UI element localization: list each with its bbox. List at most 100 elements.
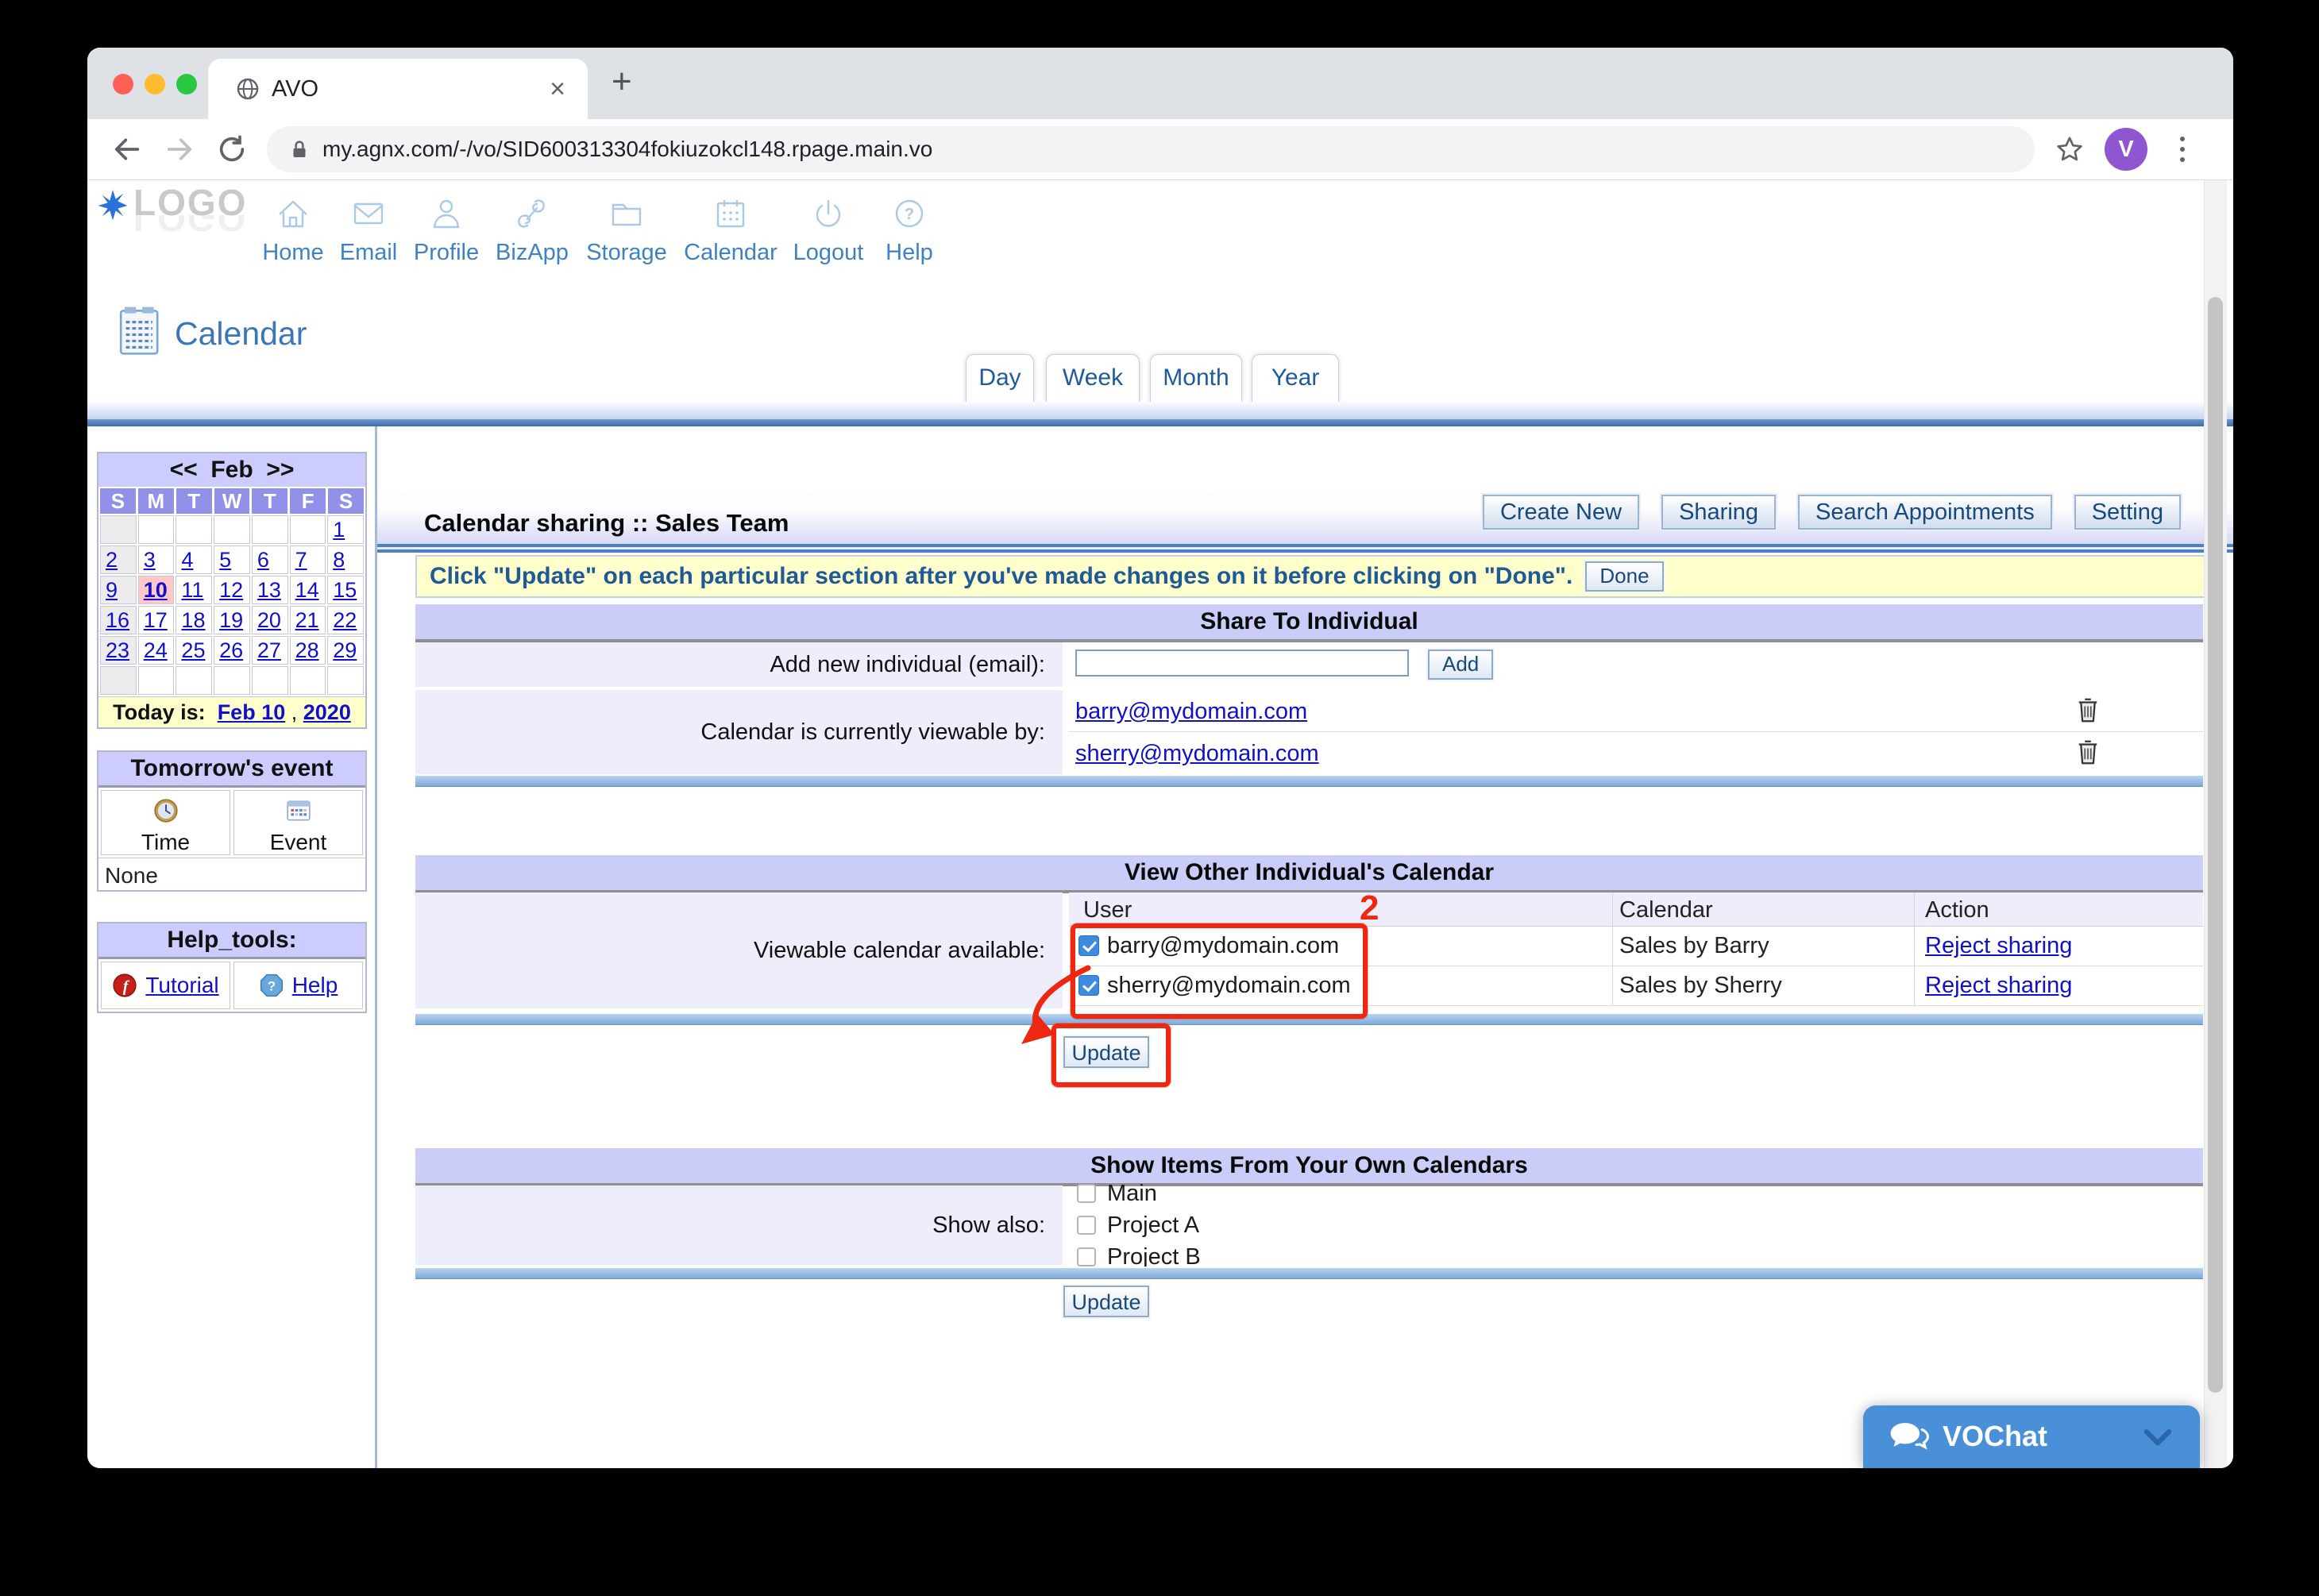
browser-menu-icon[interactable] [2178,132,2187,167]
date-link[interactable]: 16 [106,608,129,632]
date-link[interactable]: 28 [295,638,319,662]
date-link[interactable]: 15 [333,578,357,602]
show-update-button[interactable]: Update [1063,1286,1149,1317]
date-link[interactable]: 3 [144,548,156,572]
date-cell-20[interactable]: 20 [252,606,288,634]
date-link[interactable]: 29 [333,638,357,662]
date-cell-27[interactable]: 27 [252,636,288,665]
email-link[interactable]: barry@mydomain.com [1075,699,1307,725]
date-link[interactable]: 14 [295,578,319,602]
reload-icon[interactable] [216,133,248,165]
date-cell-16[interactable]: 16 [100,606,137,634]
date-cell-6[interactable]: 6 [252,545,288,574]
help-link[interactable]: Help [292,973,338,998]
today-year-link[interactable]: 2020 [303,700,351,724]
date-link[interactable]: 11 [181,578,203,602]
date-link[interactable]: 26 [219,638,243,662]
nav-item-storage[interactable]: Storage [575,195,678,266]
date-link[interactable]: 4 [181,548,193,572]
date-cell-12[interactable]: 12 [214,576,250,604]
tutorial-link[interactable]: Tutorial [145,973,218,998]
date-cell-23[interactable]: 23 [100,636,137,665]
reject-sharing-link[interactable]: Reject sharing [1925,973,2072,999]
date-link[interactable]: 19 [219,608,243,632]
date-cell-2[interactable]: 2 [100,545,137,574]
date-cell-13[interactable]: 13 [252,576,288,604]
delete-trash-icon[interactable] [2076,696,2100,725]
setting-button[interactable]: Setting [2074,495,2181,530]
date-cell-8[interactable]: 8 [327,545,364,574]
calendar-checkbox[interactable] [1077,1184,1096,1203]
date-cell-29[interactable]: 29 [327,636,364,665]
scrollbar-thumb[interactable] [2208,297,2223,1393]
add-email-input[interactable] [1075,650,1409,677]
date-cell-22[interactable]: 22 [327,606,364,634]
window-maximize-button[interactable] [176,74,197,94]
profile-avatar[interactable]: V [2105,128,2147,171]
nav-item-bizapp[interactable]: BizApp [480,195,584,266]
delete-trash-icon[interactable] [2076,738,2100,767]
date-cell-14[interactable]: 14 [290,576,326,604]
date-cell-7[interactable]: 7 [290,545,326,574]
date-cell-3[interactable]: 3 [138,545,175,574]
date-cell-9[interactable]: 9 [100,576,137,604]
date-link[interactable]: 10 [144,578,168,602]
today-date-link[interactable]: Feb 10 [218,700,286,724]
calendar-checkbox[interactable] [1077,1216,1096,1235]
bookmark-star-icon[interactable] [2054,133,2086,165]
date-link[interactable]: 7 [295,548,307,572]
search-appointments-button[interactable]: Search Appointments [1798,495,2052,530]
date-link[interactable]: 27 [257,638,281,662]
date-cell-5[interactable]: 5 [214,545,250,574]
create-new-button[interactable]: Create New [1483,495,1639,530]
vochat-widget[interactable]: VOChat [1863,1405,2200,1468]
prev-month-button[interactable]: << [170,457,198,483]
date-link[interactable]: 21 [295,608,319,632]
date-cell-11[interactable]: 11 [176,576,212,604]
forward-icon[interactable] [164,133,195,165]
date-link[interactable]: 5 [219,548,231,572]
view-tab-year[interactable]: Year [1252,354,1339,403]
view-tab-month[interactable]: Month [1150,354,1242,403]
date-link[interactable]: 6 [257,548,269,572]
address-bar[interactable]: my.agnx.com/-/vo/SID600313304fokiuzokcl1… [267,126,2035,172]
sharing-button[interactable]: Sharing [1661,495,1776,530]
date-link[interactable]: 23 [106,638,129,662]
nav-item-help[interactable]: ?Help [858,195,961,266]
date-link[interactable]: 12 [219,578,243,602]
window-close-button[interactable] [113,74,133,94]
view-tab-day[interactable]: Day [966,354,1034,403]
email-link[interactable]: sherry@mydomain.com [1075,741,1319,767]
date-cell-18[interactable]: 18 [176,606,212,634]
date-link[interactable]: 22 [333,608,357,632]
date-link[interactable]: 17 [144,608,168,632]
new-tab-button[interactable]: + [612,62,632,102]
date-cell-10[interactable]: 10 [138,576,175,604]
date-cell-21[interactable]: 21 [290,606,326,634]
back-icon[interactable] [111,133,143,165]
add-button[interactable]: Add [1428,650,1493,680]
date-link[interactable]: 2 [106,548,118,572]
date-cell-24[interactable]: 24 [138,636,175,665]
date-link[interactable]: 20 [257,608,281,632]
date-cell-17[interactable]: 17 [138,606,175,634]
date-cell-25[interactable]: 25 [176,636,212,665]
browser-tab[interactable]: AVO × [208,59,588,119]
date-link[interactable]: 24 [144,638,168,662]
date-link[interactable]: 13 [257,578,281,602]
date-link[interactable]: 1 [333,518,345,542]
date-cell-26[interactable]: 26 [214,636,250,665]
reject-sharing-link[interactable]: Reject sharing [1925,933,2072,959]
next-month-button[interactable]: >> [266,457,294,483]
window-minimize-button[interactable] [145,74,165,94]
calendar-checkbox[interactable] [1077,1247,1096,1266]
date-cell-19[interactable]: 19 [214,606,250,634]
view-tab-week[interactable]: Week [1046,354,1140,403]
date-cell-4[interactable]: 4 [176,545,212,574]
date-link[interactable]: 8 [333,548,345,572]
date-cell-1[interactable]: 1 [327,515,364,544]
date-cell-28[interactable]: 28 [290,636,326,665]
date-link[interactable]: 18 [181,608,205,632]
date-cell-15[interactable]: 15 [327,576,364,604]
date-link[interactable]: 9 [106,578,118,602]
